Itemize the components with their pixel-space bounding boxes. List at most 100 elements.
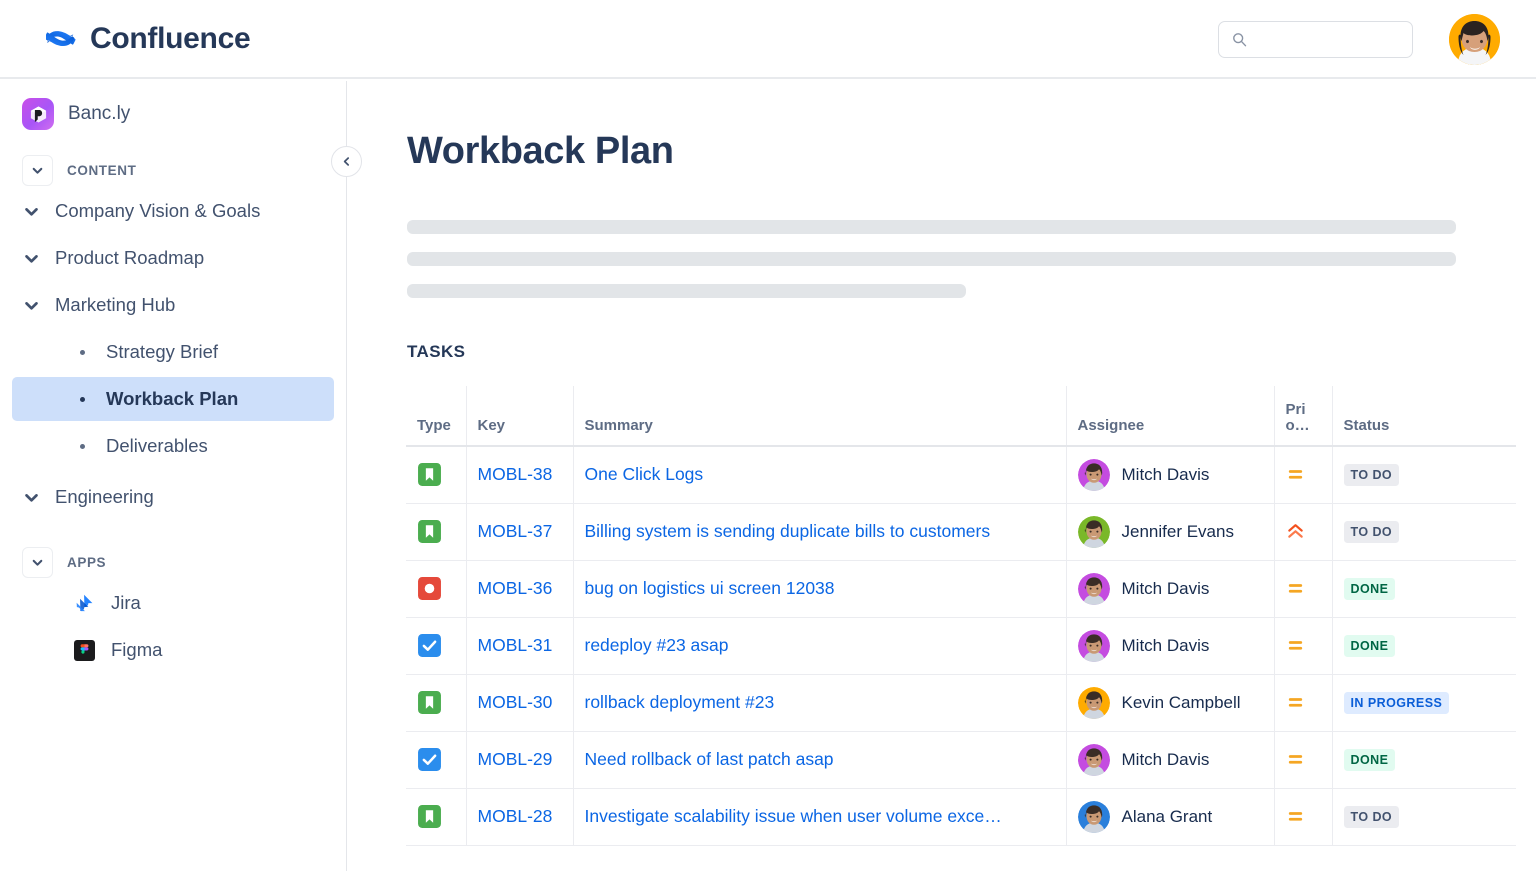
cell-key[interactable]: MOBL-28 xyxy=(466,788,573,845)
cell-type[interactable] xyxy=(406,446,466,503)
cell-type[interactable] xyxy=(406,731,466,788)
issue-summary-link[interactable]: Billing system is sending duplicate bill… xyxy=(585,521,1055,542)
cell-priority[interactable] xyxy=(1274,617,1332,674)
cell-status[interactable]: DONE xyxy=(1332,731,1516,788)
cell-type[interactable] xyxy=(406,674,466,731)
column-header-type[interactable]: Type xyxy=(406,386,466,446)
issue-key-link[interactable]: MOBL-38 xyxy=(478,464,553,484)
status-badge[interactable]: TO DO xyxy=(1344,464,1400,486)
cell-assignee[interactable]: Alana Grant xyxy=(1066,788,1274,845)
table-row[interactable]: MOBL-29 Need rollback of last patch asap M… xyxy=(406,731,1516,788)
column-header-status[interactable]: Status xyxy=(1332,386,1516,446)
cell-assignee[interactable]: Kevin Campbell xyxy=(1066,674,1274,731)
cell-type[interactable] xyxy=(406,788,466,845)
table-row[interactable]: MOBL-28 Investigate scalability issue whe… xyxy=(406,788,1516,845)
table-row[interactable]: MOBL-36 bug on logistics ui screen 12038 M… xyxy=(406,560,1516,617)
cell-key[interactable]: MOBL-36 xyxy=(466,560,573,617)
cell-summary[interactable]: One Click Logs xyxy=(573,446,1066,503)
cell-key[interactable]: MOBL-31 xyxy=(466,617,573,674)
cell-key[interactable]: MOBL-37 xyxy=(466,503,573,560)
issue-summary-link[interactable]: rollback deployment #23 xyxy=(585,692,1055,713)
cell-status[interactable]: DONE xyxy=(1332,617,1516,674)
chevron-down-icon xyxy=(31,556,44,569)
sidebar-item-strategy-brief[interactable]: Strategy Brief xyxy=(12,330,334,374)
issue-key-link[interactable]: MOBL-37 xyxy=(478,521,553,541)
table-row[interactable]: MOBL-30 rollback deployment #23 Kevin Camp… xyxy=(406,674,1516,731)
sidebar-item-figma[interactable]: Figma xyxy=(12,628,334,672)
sidebar-item-company-vision-goals[interactable]: Company Vision & Goals xyxy=(12,189,334,233)
sidebar-item-workback-plan[interactable]: Workback Plan xyxy=(12,377,334,421)
table-row[interactable]: MOBL-31 redeploy #23 asap Mitch Davis DONE xyxy=(406,617,1516,674)
column-header-summary[interactable]: Summary xyxy=(573,386,1066,446)
user-avatar[interactable] xyxy=(1449,14,1500,65)
status-badge[interactable]: TO DO xyxy=(1344,521,1400,543)
issue-summary-link[interactable]: bug on logistics ui screen 12038 xyxy=(585,578,1055,599)
issue-summary-link[interactable]: Need rollback of last patch asap xyxy=(585,749,1055,770)
search-box[interactable] xyxy=(1218,21,1413,58)
content-section-toggle[interactable] xyxy=(22,155,53,186)
sidebar-item-engineering[interactable]: Engineering xyxy=(12,475,334,519)
table-row[interactable]: MOBL-37 Billing system is sending duplica… xyxy=(406,503,1516,560)
status-badge[interactable]: DONE xyxy=(1344,578,1396,600)
issue-key-link[interactable]: MOBL-30 xyxy=(478,692,553,712)
cell-status[interactable]: TO DO xyxy=(1332,446,1516,503)
column-header-key[interactable]: Key xyxy=(466,386,573,446)
cell-key[interactable]: MOBL-30 xyxy=(466,674,573,731)
issue-key-link[interactable]: MOBL-29 xyxy=(478,749,553,769)
cell-summary[interactable]: Billing system is sending duplicate bill… xyxy=(573,503,1066,560)
apps-section-toggle[interactable] xyxy=(22,547,53,578)
cell-priority[interactable] xyxy=(1274,503,1332,560)
assignee-name: Mitch Davis xyxy=(1122,579,1210,599)
cell-priority[interactable] xyxy=(1274,788,1332,845)
workspace-switcher[interactable]: Banc.ly xyxy=(22,98,346,130)
issue-summary-link[interactable]: One Click Logs xyxy=(585,464,1055,485)
column-header-assignee[interactable]: Assignee xyxy=(1066,386,1274,446)
issue-key-link[interactable]: MOBL-31 xyxy=(478,635,553,655)
cell-summary[interactable]: Investigate scalability issue when user … xyxy=(573,788,1066,845)
cell-status[interactable]: IN PROGRESS xyxy=(1332,674,1516,731)
table-row[interactable]: MOBL-38 One Click Logs Mitch Davis TO DO xyxy=(406,446,1516,503)
cell-assignee[interactable]: Mitch Davis xyxy=(1066,446,1274,503)
cell-type[interactable] xyxy=(406,560,466,617)
cell-assignee[interactable]: Mitch Davis xyxy=(1066,731,1274,788)
issue-key-link[interactable]: MOBL-36 xyxy=(478,578,553,598)
brand-home-link[interactable]: Confluence xyxy=(46,22,250,56)
column-header-priority[interactable]: Prio… xyxy=(1274,386,1332,446)
issue-summary-link[interactable]: redeploy #23 asap xyxy=(585,635,1055,656)
cell-assignee[interactable]: Mitch Davis xyxy=(1066,560,1274,617)
cell-assignee[interactable]: Mitch Davis xyxy=(1066,617,1274,674)
sidebar-section-content[interactable]: CONTENT xyxy=(22,155,346,186)
cell-summary[interactable]: Need rollback of last patch asap xyxy=(573,731,1066,788)
status-badge[interactable]: DONE xyxy=(1344,635,1396,657)
story-type-icon xyxy=(417,804,442,829)
sidebar-item-jira[interactable]: Jira xyxy=(12,581,334,625)
cell-status[interactable]: DONE xyxy=(1332,560,1516,617)
cell-assignee[interactable]: Jennifer Evans xyxy=(1066,503,1274,560)
cell-key[interactable]: MOBL-29 xyxy=(466,731,573,788)
cell-type[interactable] xyxy=(406,617,466,674)
cell-summary[interactable]: rollback deployment #23 xyxy=(573,674,1066,731)
table-body: MOBL-38One Click LogsMitch DavisTO DOMOB… xyxy=(406,446,1516,845)
sidebar-item-product-roadmap[interactable]: Product Roadmap xyxy=(12,236,334,280)
status-badge[interactable]: TO DO xyxy=(1344,806,1400,828)
issue-summary-link[interactable]: Investigate scalability issue when user … xyxy=(585,806,1055,827)
cell-summary[interactable]: bug on logistics ui screen 12038 xyxy=(573,560,1066,617)
search-input[interactable] xyxy=(1255,32,1405,48)
sidebar-collapse-button[interactable] xyxy=(331,146,362,177)
sidebar-section-apps[interactable]: APPS xyxy=(22,547,346,578)
cell-status[interactable]: TO DO xyxy=(1332,788,1516,845)
sidebar-item-deliverables[interactable]: Deliverables xyxy=(12,424,334,468)
global-search[interactable] xyxy=(1218,21,1413,58)
status-badge[interactable]: DONE xyxy=(1344,749,1396,771)
cell-priority[interactable] xyxy=(1274,446,1332,503)
issue-key-link[interactable]: MOBL-28 xyxy=(478,806,553,826)
status-badge[interactable]: IN PROGRESS xyxy=(1344,692,1450,714)
cell-summary[interactable]: redeploy #23 asap xyxy=(573,617,1066,674)
cell-status[interactable]: TO DO xyxy=(1332,503,1516,560)
cell-priority[interactable] xyxy=(1274,674,1332,731)
cell-priority[interactable] xyxy=(1274,731,1332,788)
cell-key[interactable]: MOBL-38 xyxy=(466,446,573,503)
sidebar-item-marketing-hub[interactable]: Marketing Hub xyxy=(12,283,334,327)
cell-priority[interactable] xyxy=(1274,560,1332,617)
cell-type[interactable] xyxy=(406,503,466,560)
